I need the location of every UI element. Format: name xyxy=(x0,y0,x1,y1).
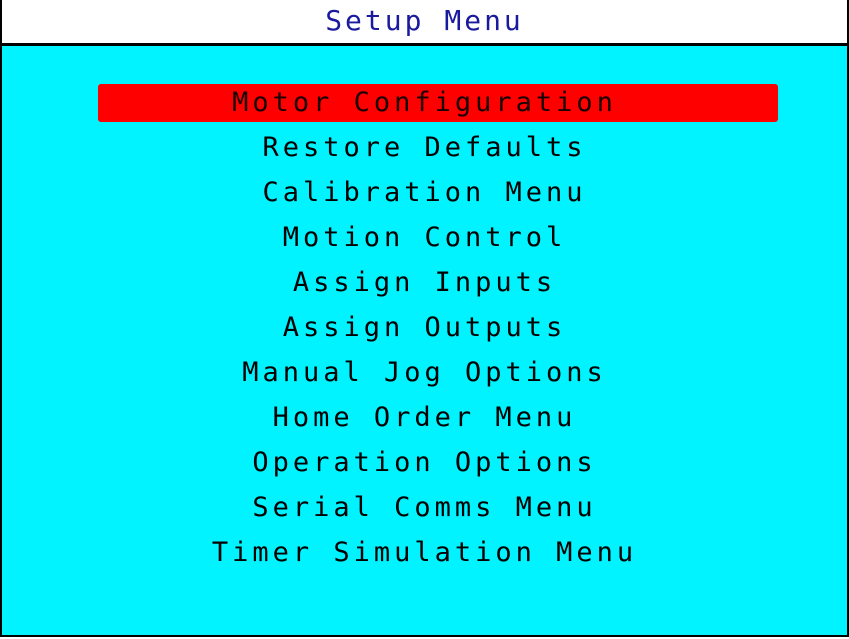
setup-menu-screen: Setup Menu Motor Configuration Restore D… xyxy=(0,0,849,637)
menu-item-motor-configuration[interactable]: Motor Configuration xyxy=(2,80,847,125)
menu-item-label: Serial Comms Menu xyxy=(252,492,597,523)
menu-item-label: Operation Options xyxy=(252,447,597,478)
menu-item-motion-control[interactable]: Motion Control xyxy=(2,215,847,260)
menu-item-calibration-menu[interactable]: Calibration Menu xyxy=(2,170,847,215)
menu-item-label: Calibration Menu xyxy=(262,177,587,208)
menu-item-serial-comms-menu[interactable]: Serial Comms Menu xyxy=(2,485,847,530)
menu-item-assign-inputs[interactable]: Assign Inputs xyxy=(2,260,847,305)
menu-item-home-order-menu[interactable]: Home Order Menu xyxy=(2,395,847,440)
page-title: Setup Menu xyxy=(325,4,524,37)
menu-item-label: Timer Simulation Menu xyxy=(211,537,638,568)
menu-item-label: Assign Outputs xyxy=(282,312,567,343)
menu-item-label: Assign Inputs xyxy=(292,267,557,298)
menu-item-manual-jog-options[interactable]: Manual Jog Options xyxy=(2,350,847,395)
menu-item-assign-outputs[interactable]: Assign Outputs xyxy=(2,305,847,350)
menu-item-restore-defaults[interactable]: Restore Defaults xyxy=(2,125,847,170)
menu-item-label: Home Order Menu xyxy=(272,402,577,433)
menu-item-label: Motor Configuration xyxy=(232,87,617,118)
menu-item-label: Manual Jog Options xyxy=(242,357,607,388)
menu-item-timer-simulation-menu[interactable]: Timer Simulation Menu xyxy=(2,530,847,575)
menu-item-label: Restore Defaults xyxy=(262,132,587,163)
title-bar: Setup Menu xyxy=(2,0,847,46)
setup-menu-list: Motor Configuration Restore Defaults Cal… xyxy=(2,80,847,575)
menu-item-label: Motion Control xyxy=(282,222,567,253)
menu-item-operation-options[interactable]: Operation Options xyxy=(2,440,847,485)
